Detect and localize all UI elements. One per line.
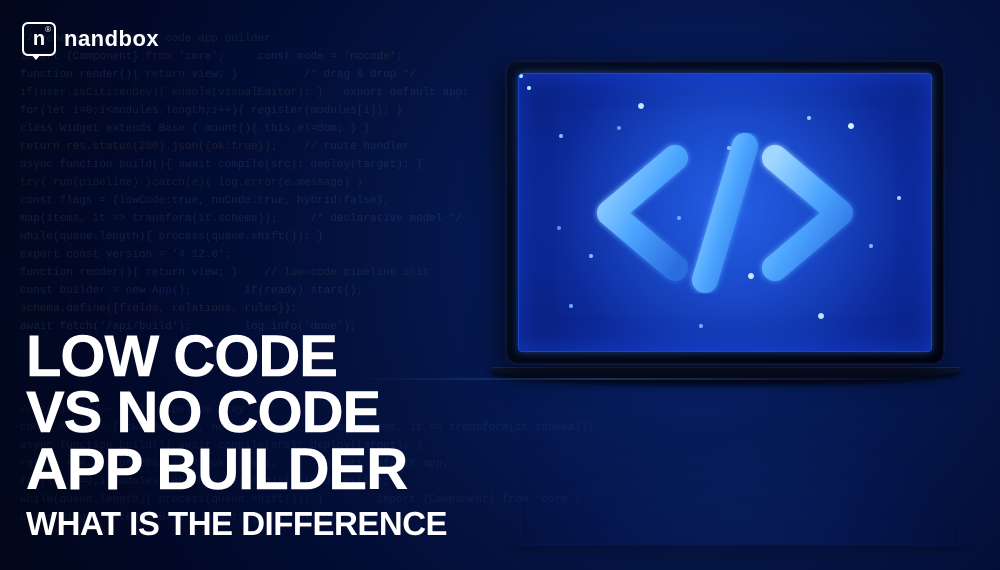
brand-mark-letter: n: [33, 28, 45, 51]
laptop-graphic: [505, 60, 955, 382]
laptop-lid: [505, 60, 945, 365]
headline-subtitle: WHAT IS THE DIFFERENCE: [26, 507, 447, 540]
brand-mark-icon: n ®: [22, 22, 56, 56]
hero-banner: // generated — low/no code app builder i…: [0, 0, 1000, 570]
brand-logo: n ® nandbox: [22, 22, 159, 56]
headline-line-2: VS NO CODE: [26, 385, 447, 442]
headline-line-3: APP BUILDER: [26, 442, 447, 499]
brand-wordmark: nandbox: [64, 26, 159, 52]
laptop-screen: [518, 73, 932, 352]
headline-line-1: LOW CODE: [26, 329, 447, 386]
laptop-reflection: [505, 380, 975, 560]
code-tag-icon: [519, 74, 931, 351]
headline-block: LOW CODE VS NO CODE APP BUILDER WHAT IS …: [26, 329, 447, 540]
